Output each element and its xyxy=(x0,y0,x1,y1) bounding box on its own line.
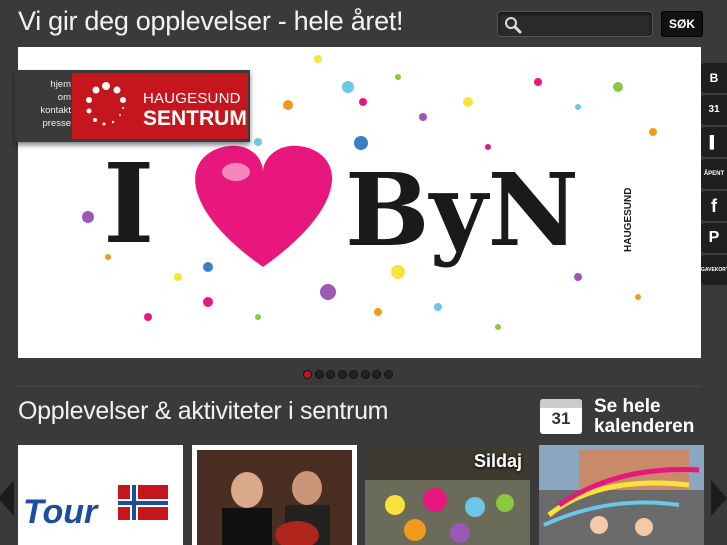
section-title: Opplevelser & aktiviteter i sentrum xyxy=(18,397,389,425)
slide-pagination xyxy=(303,366,395,379)
heart-graphic xyxy=(195,145,333,267)
carousel-next-arrow[interactable] xyxy=(711,480,727,516)
event-card[interactable]: Tour xyxy=(18,445,183,545)
facebook-icon[interactable]: f xyxy=(701,191,727,221)
logo-dots-icon xyxy=(86,82,126,126)
event-card[interactable] xyxy=(192,445,357,545)
search-button[interactable]: SØK xyxy=(661,11,703,37)
side-toolbar: B 31 ▌ ÅPENT f P GAVEKORT xyxy=(701,63,727,287)
site-tagline: Vi gir deg opplevelser - hele året! xyxy=(18,6,404,36)
calendar-icon[interactable]: 31 xyxy=(701,95,727,125)
logo-name-line2: SENTRUM xyxy=(143,107,247,130)
card-label: Sildaj xyxy=(473,451,522,471)
open-sign-icon[interactable]: ÅPENT xyxy=(701,159,727,189)
calendar-icon: 31 xyxy=(540,399,582,434)
section-divider xyxy=(18,386,701,387)
tour-of-norway-logo: Tour xyxy=(18,445,183,545)
nav-link-press[interactable]: presse xyxy=(15,117,71,130)
event-card[interactable] xyxy=(539,445,704,545)
calendar-link-text: Se hele kalenderen xyxy=(594,397,694,437)
slogan-vertical-text: HAUGESUND xyxy=(623,188,634,252)
calendar-line1: Se hele xyxy=(594,396,661,417)
top-nav: hjem om kontakt presse xyxy=(15,78,71,130)
top-bar: Vi gir deg opplevelser - hele året! SØK xyxy=(0,0,727,46)
svg-text:Tour: Tour xyxy=(23,493,99,531)
book-icon[interactable]: ▌ xyxy=(701,127,727,157)
search-input[interactable] xyxy=(526,15,648,33)
slide-dot[interactable] xyxy=(337,370,347,379)
slogan-letter-i: I xyxy=(103,139,154,268)
slide-dot[interactable] xyxy=(326,370,335,379)
search-icon xyxy=(505,17,522,34)
calendar-line2: kalenderen xyxy=(594,416,695,437)
calendar-day: 31 xyxy=(551,409,571,428)
slide-dot[interactable] xyxy=(383,370,393,379)
nav-link-contact[interactable]: kontakt xyxy=(15,104,71,117)
parking-icon[interactable]: P xyxy=(701,223,727,253)
search-field[interactable] xyxy=(497,11,653,37)
slide-dot[interactable] xyxy=(303,370,312,379)
gift-card-icon[interactable]: GAVEKORT xyxy=(701,255,727,285)
slogan-byen: ByN xyxy=(345,151,579,269)
shopping-bag-icon[interactable]: B xyxy=(701,63,727,93)
slide-dot[interactable] xyxy=(360,370,370,379)
street-carnival-photo xyxy=(539,445,704,545)
event-card[interactable]: Sildaj xyxy=(365,445,530,545)
brand-logo[interactable]: HAUGESUND SENTRUM xyxy=(72,73,248,139)
calendar-link[interactable]: 31 Se hele kalenderen xyxy=(540,397,705,437)
guitar-concert-photo xyxy=(197,450,352,545)
carousel-prev-arrow[interactable] xyxy=(0,480,14,516)
nav-link-home[interactable]: hjem xyxy=(15,78,71,91)
slide-dot[interactable] xyxy=(372,370,381,379)
nav-link-about[interactable]: om xyxy=(15,91,71,104)
slide-dot[interactable] xyxy=(314,370,324,379)
slide-dot[interactable] xyxy=(349,370,358,379)
logo-name-line1: HAUGESUND xyxy=(143,90,241,107)
brand-logo-panel: hjem om kontakt presse HAUGESUND SENTRUM xyxy=(15,70,250,142)
